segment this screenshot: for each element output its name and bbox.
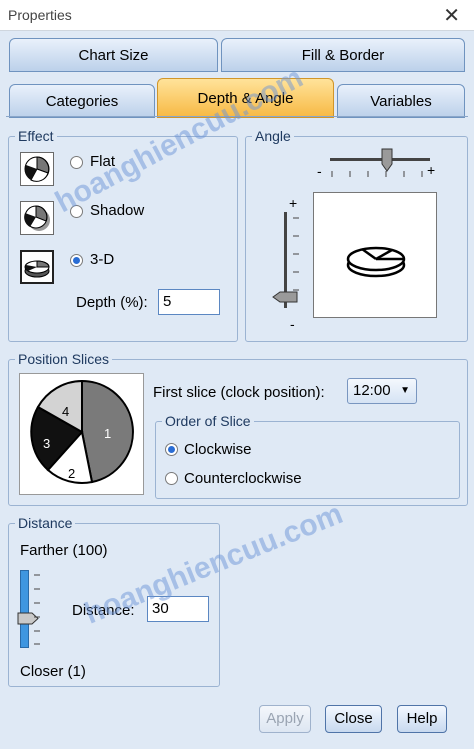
3d-pie-icon[interactable] bbox=[20, 250, 54, 284]
effect-legend: Effect bbox=[18, 128, 54, 144]
flat-pie-icon[interactable] bbox=[20, 152, 54, 186]
closer-label: Closer (1) bbox=[20, 663, 86, 680]
horizontal-plus-label: + bbox=[427, 162, 436, 178]
3d-radio[interactable] bbox=[70, 254, 83, 267]
counterclockwise-label: Counterclockwise bbox=[184, 470, 302, 487]
shadow-label: Shadow bbox=[90, 202, 145, 219]
chevron-down-icon: ▼ bbox=[400, 385, 410, 396]
first-slice-dropdown[interactable]: 12:00 ▼ bbox=[347, 378, 417, 404]
depth-label: Depth (%): bbox=[76, 294, 148, 311]
farther-label: Farther (100) bbox=[20, 542, 108, 559]
apply-button[interactable]: Apply bbox=[259, 705, 311, 733]
clockwise-label: Clockwise bbox=[184, 441, 252, 458]
slice-2-label: 2 bbox=[68, 466, 76, 481]
flat-radio[interactable] bbox=[70, 156, 83, 169]
counterclockwise-radio[interactable] bbox=[165, 472, 178, 485]
depth-input[interactable]: 5 bbox=[158, 289, 220, 315]
tab-chart-size[interactable]: Chart Size bbox=[9, 38, 218, 72]
vertical-minus-label: - bbox=[290, 316, 295, 332]
tab-variables[interactable]: Variables bbox=[337, 84, 465, 118]
close-icon[interactable]: ✕ bbox=[443, 3, 460, 28]
first-slice-label: First slice (clock position): bbox=[153, 384, 325, 401]
horizontal-minus-label: - bbox=[317, 163, 322, 179]
3d-pie-preview-icon bbox=[346, 246, 406, 278]
shadow-pie-icon[interactable] bbox=[20, 201, 54, 235]
tab-fill-border[interactable]: Fill & Border bbox=[221, 38, 465, 72]
slice-1-label: 1 bbox=[104, 426, 112, 441]
distance-ticks bbox=[34, 574, 40, 645]
3d-label: 3-D bbox=[90, 251, 115, 268]
slice-order-pie bbox=[30, 379, 134, 484]
help-button[interactable]: Help bbox=[397, 705, 447, 733]
distance-slider-track[interactable] bbox=[20, 570, 29, 648]
vertical-plus-label: + bbox=[289, 195, 298, 211]
clockwise-radio[interactable] bbox=[165, 443, 178, 456]
tab-categories[interactable]: Categories bbox=[9, 84, 155, 118]
order-of-slice-legend: Order of Slice bbox=[165, 413, 251, 429]
distance-legend: Distance bbox=[18, 515, 73, 531]
horizontal-angle-track bbox=[330, 158, 430, 161]
position-slices-legend: Position Slices bbox=[18, 351, 110, 367]
angle-preview bbox=[313, 192, 437, 318]
window-title: Properties bbox=[8, 7, 72, 23]
angle-legend: Angle bbox=[255, 128, 291, 144]
close-button[interactable]: Close bbox=[325, 705, 382, 733]
slice-4-label: 4 bbox=[62, 404, 70, 419]
pie-preview: 1 2 3 4 bbox=[19, 373, 144, 495]
title-bar: Properties ✕ bbox=[0, 0, 474, 31]
horizontal-ticks bbox=[331, 171, 423, 177]
slice-3-label: 3 bbox=[43, 436, 51, 451]
vertical-ticks bbox=[293, 217, 299, 291]
first-slice-value: 12:00 bbox=[353, 382, 391, 399]
horizontal-angle-slider[interactable] bbox=[381, 148, 393, 172]
